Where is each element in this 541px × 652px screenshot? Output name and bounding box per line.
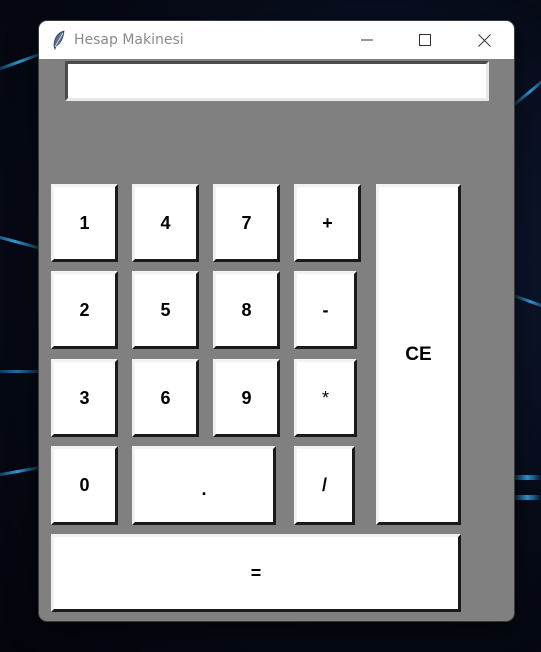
digit-1-button[interactable]: 1: [51, 184, 118, 262]
minimize-icon: [361, 39, 373, 41]
minus-button[interactable]: -: [294, 271, 357, 349]
maximize-button[interactable]: [402, 21, 448, 59]
digit-3-button[interactable]: 3: [51, 359, 118, 437]
calculator-window: Hesap Makinesi 1 4 7 + CE 2 5 8 - 3 6 9 …: [39, 21, 514, 621]
multiply-button[interactable]: *: [294, 359, 357, 437]
plus-button[interactable]: +: [294, 184, 361, 262]
digit-4-button[interactable]: 4: [132, 184, 199, 262]
close-button[interactable]: [461, 21, 507, 59]
clear-button[interactable]: CE: [376, 184, 461, 525]
display-field[interactable]: [65, 61, 489, 101]
feather-icon: [53, 30, 65, 50]
digit-9-button[interactable]: 9: [213, 359, 280, 437]
digit-8-button[interactable]: 8: [213, 271, 280, 349]
digit-0-button[interactable]: 0: [51, 446, 118, 525]
digit-6-button[interactable]: 6: [132, 359, 199, 437]
window-title: Hesap Makinesi: [74, 32, 184, 48]
digit-2-button[interactable]: 2: [51, 271, 118, 349]
divide-button[interactable]: /: [294, 446, 355, 525]
digit-7-button[interactable]: 7: [213, 184, 280, 262]
digit-5-button[interactable]: 5: [132, 271, 199, 349]
close-icon: [477, 33, 491, 47]
equals-button[interactable]: =: [51, 534, 461, 612]
title-bar[interactable]: Hesap Makinesi: [39, 21, 514, 59]
minimize-button[interactable]: [344, 21, 390, 59]
maximize-icon: [419, 34, 431, 46]
decimal-point-button[interactable]: .: [132, 446, 276, 525]
